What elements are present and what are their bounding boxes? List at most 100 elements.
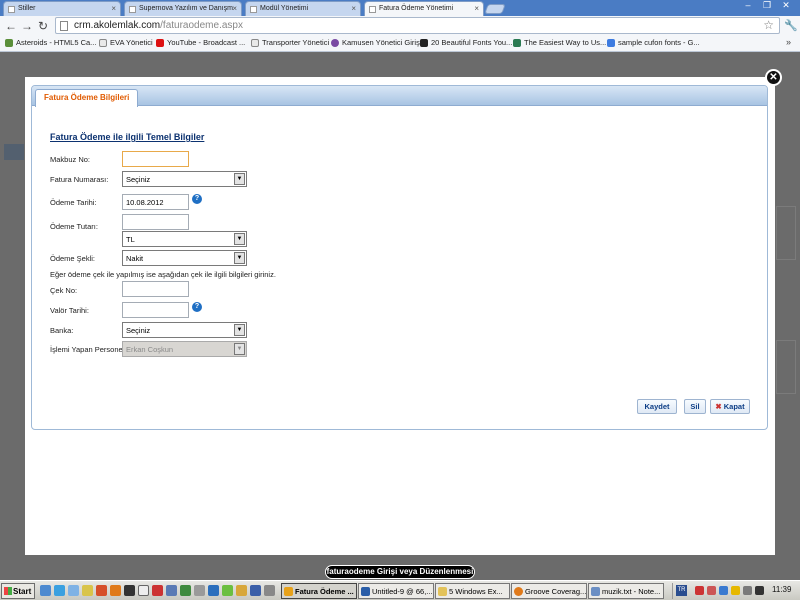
task-label: Groove Coverag...	[525, 587, 587, 596]
maximize-icon[interactable]: ❐	[759, 0, 775, 12]
taskbar-item-notepad[interactable]: muzik.txt - Note...	[588, 583, 664, 599]
minimize-icon[interactable]: –	[740, 0, 756, 12]
bookmark-item[interactable]: Asteroids - HTML5 Ca...	[5, 38, 96, 47]
tab-close-icon[interactable]: ×	[232, 4, 237, 13]
fatura-odeme-modal: Fatura Ödeme Bilgileri Fatura Ödeme ile …	[25, 77, 775, 555]
bookmark-item[interactable]: YouTube - Broadcast ...	[156, 38, 245, 47]
odeme-tutari-label: Ödeme Tutarı:	[50, 222, 98, 231]
start-button[interactable]: Start	[1, 583, 35, 599]
taskbar: Start Fatura Ödeme ... Untitled-9 @ 66,.…	[0, 580, 800, 600]
quicklaunch-icon[interactable]	[54, 585, 65, 596]
tab-close-icon[interactable]: ×	[111, 4, 116, 13]
bookmark-item[interactable]: The Easiest Way to Us...	[513, 38, 606, 47]
browser-toolbar: ← → ↻ crm.akolemlak.com/faturaodeme.aspx…	[0, 16, 800, 36]
browser-tab-stiller[interactable]: Stiller ×	[3, 1, 121, 16]
bookmark-favicon-icon	[156, 39, 164, 47]
help-icon[interactable]: ?	[192, 302, 202, 312]
new-tab-button[interactable]	[484, 4, 506, 14]
bookmarks-overflow-icon[interactable]: »	[786, 37, 791, 47]
quicklaunch-icon[interactable]	[110, 585, 121, 596]
tray-icon[interactable]	[743, 586, 752, 595]
cek-no-label: Çek No:	[50, 286, 78, 295]
quicklaunch-icon[interactable]	[96, 585, 107, 596]
bookmark-label: Transporter Yönetici	[262, 38, 330, 47]
valor-tarihi-input[interactable]	[122, 302, 189, 318]
section-title: Fatura Ödeme ile ilgili Temel Bilgiler	[50, 132, 205, 142]
wrench-menu-icon[interactable]: 🔧	[784, 19, 798, 32]
quicklaunch-icon[interactable]	[194, 585, 205, 596]
tab-fatura-odeme-bilgileri[interactable]: Fatura Ödeme Bilgileri	[35, 89, 139, 107]
quicklaunch-icon[interactable]	[124, 585, 135, 596]
select-value: TL	[126, 235, 135, 244]
quicklaunch-icon[interactable]	[222, 585, 233, 596]
fatura-numarasi-select[interactable]: Seçiniz ▼	[122, 171, 247, 187]
browser-tab-modul[interactable]: Modül Yönetimi ×	[245, 1, 361, 16]
quicklaunch-icon[interactable]	[208, 585, 219, 596]
quicklaunch-icon[interactable]	[180, 585, 191, 596]
page-favicon-icon	[369, 6, 376, 13]
close-button[interactable]: ✖ Kapat	[710, 399, 750, 414]
language-indicator[interactable]: TR	[676, 585, 687, 596]
quicklaunch-icon[interactable]	[40, 585, 51, 596]
bookmark-star-icon[interactable]: ☆	[763, 18, 774, 32]
quicklaunch-icon[interactable]	[250, 585, 261, 596]
tab-close-icon[interactable]: ×	[474, 4, 479, 13]
cek-no-input[interactable]	[122, 281, 189, 297]
taskbar-item-photoshop[interactable]: Untitled-9 @ 66,...	[358, 583, 434, 599]
page-favicon-icon	[129, 6, 136, 13]
makbuz-no-input[interactable]	[122, 151, 189, 167]
address-bar[interactable]: crm.akolemlak.com/faturaodeme.aspx ☆	[55, 17, 780, 34]
clock: 11:39	[772, 585, 792, 594]
quicklaunch-icon[interactable]	[264, 585, 275, 596]
banka-label: Banka:	[50, 326, 74, 335]
quicklaunch-icon[interactable]	[236, 585, 247, 596]
bookmark-item[interactable]: Transporter Yönetici	[251, 38, 329, 47]
taskbar-item-groove[interactable]: Groove Coverag...	[511, 583, 587, 599]
odeme-sekli-select[interactable]: Nakit ▼	[122, 250, 247, 266]
volume-icon[interactable]	[755, 586, 764, 595]
page-favicon-icon	[250, 6, 257, 13]
url-path: /faturaodeme.aspx	[160, 20, 243, 31]
shield-icon[interactable]	[731, 586, 740, 595]
browser-tab-fatura[interactable]: Fatura Ödeme Yönetimi ×	[364, 1, 484, 17]
delete-button[interactable]: Sil	[684, 399, 706, 414]
back-icon[interactable]: ←	[5, 19, 17, 33]
taskbar-item-explorer[interactable]: 5 Windows Ex...	[435, 583, 510, 599]
taskbar-item-fatura[interactable]: Fatura Ödeme ...	[281, 583, 357, 599]
cheque-note: Eğer ödeme çek ile yapılmış ise aşağıdan…	[50, 270, 276, 279]
quicklaunch-icon[interactable]	[166, 585, 177, 596]
bookmark-favicon-icon	[99, 39, 107, 47]
quicklaunch-icon[interactable]	[152, 585, 163, 596]
tab-label: Modül Yönetimi	[260, 5, 309, 12]
quicklaunch-icon[interactable]	[82, 585, 93, 596]
bookmark-item[interactable]: 20 Beautiful Fonts You...	[420, 38, 512, 47]
modal-close-icon[interactable]: ✕	[765, 69, 782, 86]
bookmarks-bar: Asteroids - HTML5 Ca... EVA Yönetici You…	[0, 36, 800, 52]
dropdown-arrow-icon: ▼	[234, 233, 245, 245]
bookmark-item[interactable]: sample cufon fonts - G...	[607, 38, 700, 47]
reload-icon[interactable]: ↻	[38, 19, 48, 33]
quicklaunch-icon[interactable]	[68, 585, 79, 596]
help-icon[interactable]: ?	[192, 194, 202, 204]
quicklaunch-icon[interactable]	[138, 585, 149, 596]
bookmark-item[interactable]: EVA Yönetici	[99, 38, 153, 47]
chrome-icon	[284, 587, 293, 596]
odeme-tutari-input[interactable]	[122, 214, 189, 230]
tab-close-icon[interactable]: ×	[351, 4, 356, 13]
forward-icon[interactable]: →	[21, 19, 33, 33]
window-close-icon[interactable]: ✕	[778, 0, 794, 12]
browser-tab-strip: Stiller × Supernova Yazılım ve Danışm × …	[0, 0, 800, 17]
folder-icon	[438, 587, 447, 596]
tray-icon[interactable]	[719, 586, 728, 595]
odeme-tarihi-input[interactable]	[122, 194, 189, 210]
bookmark-label: sample cufon fonts - G...	[618, 38, 700, 47]
tray-icon[interactable]	[695, 586, 704, 595]
bookmark-item[interactable]: Kamusen Yönetici Girişi	[331, 38, 421, 47]
save-button[interactable]: Kaydet	[637, 399, 677, 414]
browser-tab-supernova[interactable]: Supernova Yazılım ve Danışm ×	[124, 1, 242, 16]
panel-header: Fatura Ödeme Bilgileri	[32, 86, 767, 107]
tray-icon[interactable]	[707, 586, 716, 595]
banka-select[interactable]: Seçiniz ▼	[122, 322, 247, 338]
select-value: Erkan Coşkun	[126, 345, 174, 354]
currency-select[interactable]: TL ▼	[122, 231, 247, 247]
